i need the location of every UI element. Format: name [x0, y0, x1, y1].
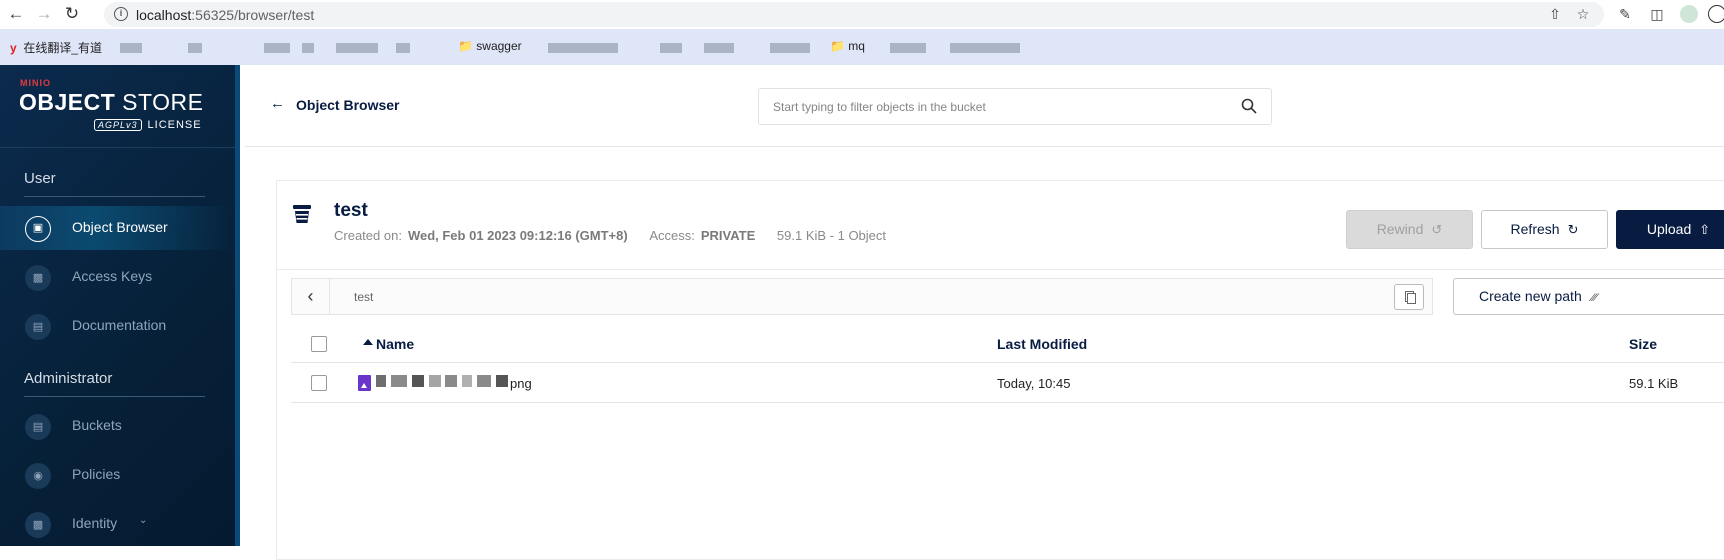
sidebar-item-documentation[interactable]: ▤ Documentation: [0, 304, 235, 348]
bookmark-star-icon[interactable]: ☆: [1574, 5, 1592, 23]
minio-logo-text: MINIO: [20, 78, 51, 88]
access-value: PRIVATE: [700, 228, 756, 243]
table-row[interactable]: png Today, 10:45 59.1 KiB: [291, 363, 1724, 403]
address-bar[interactable]: i localhost:56325/browser/test ⇧ ☆: [104, 2, 1604, 27]
search-input[interactable]: [773, 98, 1213, 116]
back-to-object-browser-link[interactable]: Object Browser: [296, 97, 399, 113]
back-icon[interactable]: ←: [6, 4, 26, 24]
chevron-left-icon[interactable]: ‹: [292, 279, 330, 314]
section-title-administrator: Administrator: [24, 370, 113, 387]
share-icon[interactable]: ⇧: [1546, 5, 1564, 23]
license-label: AGPLv3 LICENSE: [94, 119, 202, 131]
table-header: Name Last Modified Size: [291, 324, 1724, 363]
policies-icon: ◉: [25, 463, 51, 489]
create-new-path-button[interactable]: Create new path ⁄⁄⁄: [1453, 278, 1724, 315]
sidebar-edge[interactable]: [235, 65, 240, 546]
upload-icon: ⇧: [1699, 222, 1711, 237]
url-text: localhost:56325/browser/test: [136, 7, 315, 23]
chevron-down-icon[interactable]: ⌄: [139, 515, 147, 526]
sidebar-item-access-keys[interactable]: ▩ Access Keys: [0, 255, 235, 299]
side-panel-icon[interactable]: ◫: [1648, 5, 1666, 23]
bucket-title: test: [334, 200, 368, 221]
file-name[interactable]: png: [510, 376, 532, 391]
buckets-icon: ▤: [25, 414, 51, 440]
site-info-icon[interactable]: i: [114, 7, 128, 21]
browser-toolbar: ← → ↻ i localhost:56325/browser/test ⇧ ☆…: [0, 0, 1724, 29]
agpl-badge: AGPLv3: [94, 119, 142, 131]
section-title-user: User: [24, 170, 56, 187]
file-last-modified: Today, 10:45: [997, 376, 1071, 391]
bucket-summary: 59.1 KiB - 1 Object: [776, 228, 887, 243]
copy-path-button[interactable]: [1394, 284, 1424, 310]
search-icon[interactable]: [1241, 98, 1257, 114]
sidebar-item-identity[interactable]: ▩ Identity ⌄: [0, 502, 235, 546]
refresh-button[interactable]: Refresh ↻: [1481, 210, 1608, 249]
reload-icon[interactable]: ↻: [62, 4, 82, 24]
youdao-icon: y: [10, 41, 17, 55]
bookmark-mq[interactable]: 📁 mq: [830, 39, 865, 53]
identity-icon: ▩: [25, 512, 51, 538]
bookmark-youdao[interactable]: y 在线翻译_有道: [10, 39, 102, 56]
bookmarks-bar: y 在线翻译_有道 📁 swagger 📁 mq: [0, 29, 1724, 65]
file-size: 59.1 KiB: [1629, 376, 1679, 391]
column-name[interactable]: Name: [376, 336, 414, 352]
access-keys-icon: ▩: [25, 265, 51, 291]
bucket-icon: [293, 205, 311, 223]
select-all-checkbox[interactable]: [311, 336, 327, 352]
new-path-icon: ⁄⁄⁄: [1591, 292, 1598, 304]
column-size[interactable]: Size: [1629, 336, 1657, 352]
profile-avatar[interactable]: [1680, 5, 1698, 23]
sort-ascending-icon[interactable]: [363, 339, 373, 345]
object-browser-icon: ▣: [25, 216, 51, 242]
upload-button[interactable]: Upload ⇧: [1616, 210, 1724, 249]
back-arrow-icon[interactable]: ←: [270, 95, 285, 112]
bucket-panel: test Created on: Wed, Feb 01 2023 09:12:1…: [276, 180, 1724, 560]
page-header: ← Object Browser: [245, 65, 1724, 147]
sidebar-item-buckets[interactable]: ▤ Buckets: [0, 404, 235, 448]
bucket-meta: Created on: Wed, Feb 01 2023 09:12:16 (GM…: [334, 228, 887, 243]
created-date: Wed, Feb 01 2023 09:12:16 (GMT+8): [407, 228, 628, 243]
refresh-icon: ↻: [1567, 222, 1579, 237]
history-icon: ↺: [1431, 222, 1443, 237]
object-store-logo: OBJECT STORE: [19, 89, 204, 115]
filter-search[interactable]: [758, 88, 1272, 125]
sidebar-item-object-browser[interactable]: ▣ Object Browser: [0, 206, 235, 250]
menu-icon[interactable]: [1708, 5, 1724, 23]
logo-divider: [0, 147, 235, 148]
bookmark-swagger[interactable]: 📁 swagger: [458, 39, 522, 53]
extensions-icon[interactable]: ✎: [1616, 5, 1634, 23]
rewind-button[interactable]: Rewind ↺: [1346, 210, 1473, 249]
documentation-icon: ▤: [25, 314, 51, 340]
row-checkbox[interactable]: [311, 375, 327, 391]
sidebar-item-policies[interactable]: ◉ Policies: [0, 453, 235, 497]
breadcrumb-path[interactable]: test: [354, 290, 373, 304]
folder-icon: 📁: [830, 39, 845, 53]
folder-icon: 📁: [458, 39, 473, 53]
column-last-modified[interactable]: Last Modified: [997, 336, 1087, 352]
forward-icon[interactable]: →: [34, 4, 54, 24]
sidebar: MINIO OBJECT STORE AGPLv3 LICENSE User ▣ …: [0, 65, 240, 546]
image-file-icon: [358, 375, 371, 391]
breadcrumb: ‹ test: [291, 278, 1433, 315]
